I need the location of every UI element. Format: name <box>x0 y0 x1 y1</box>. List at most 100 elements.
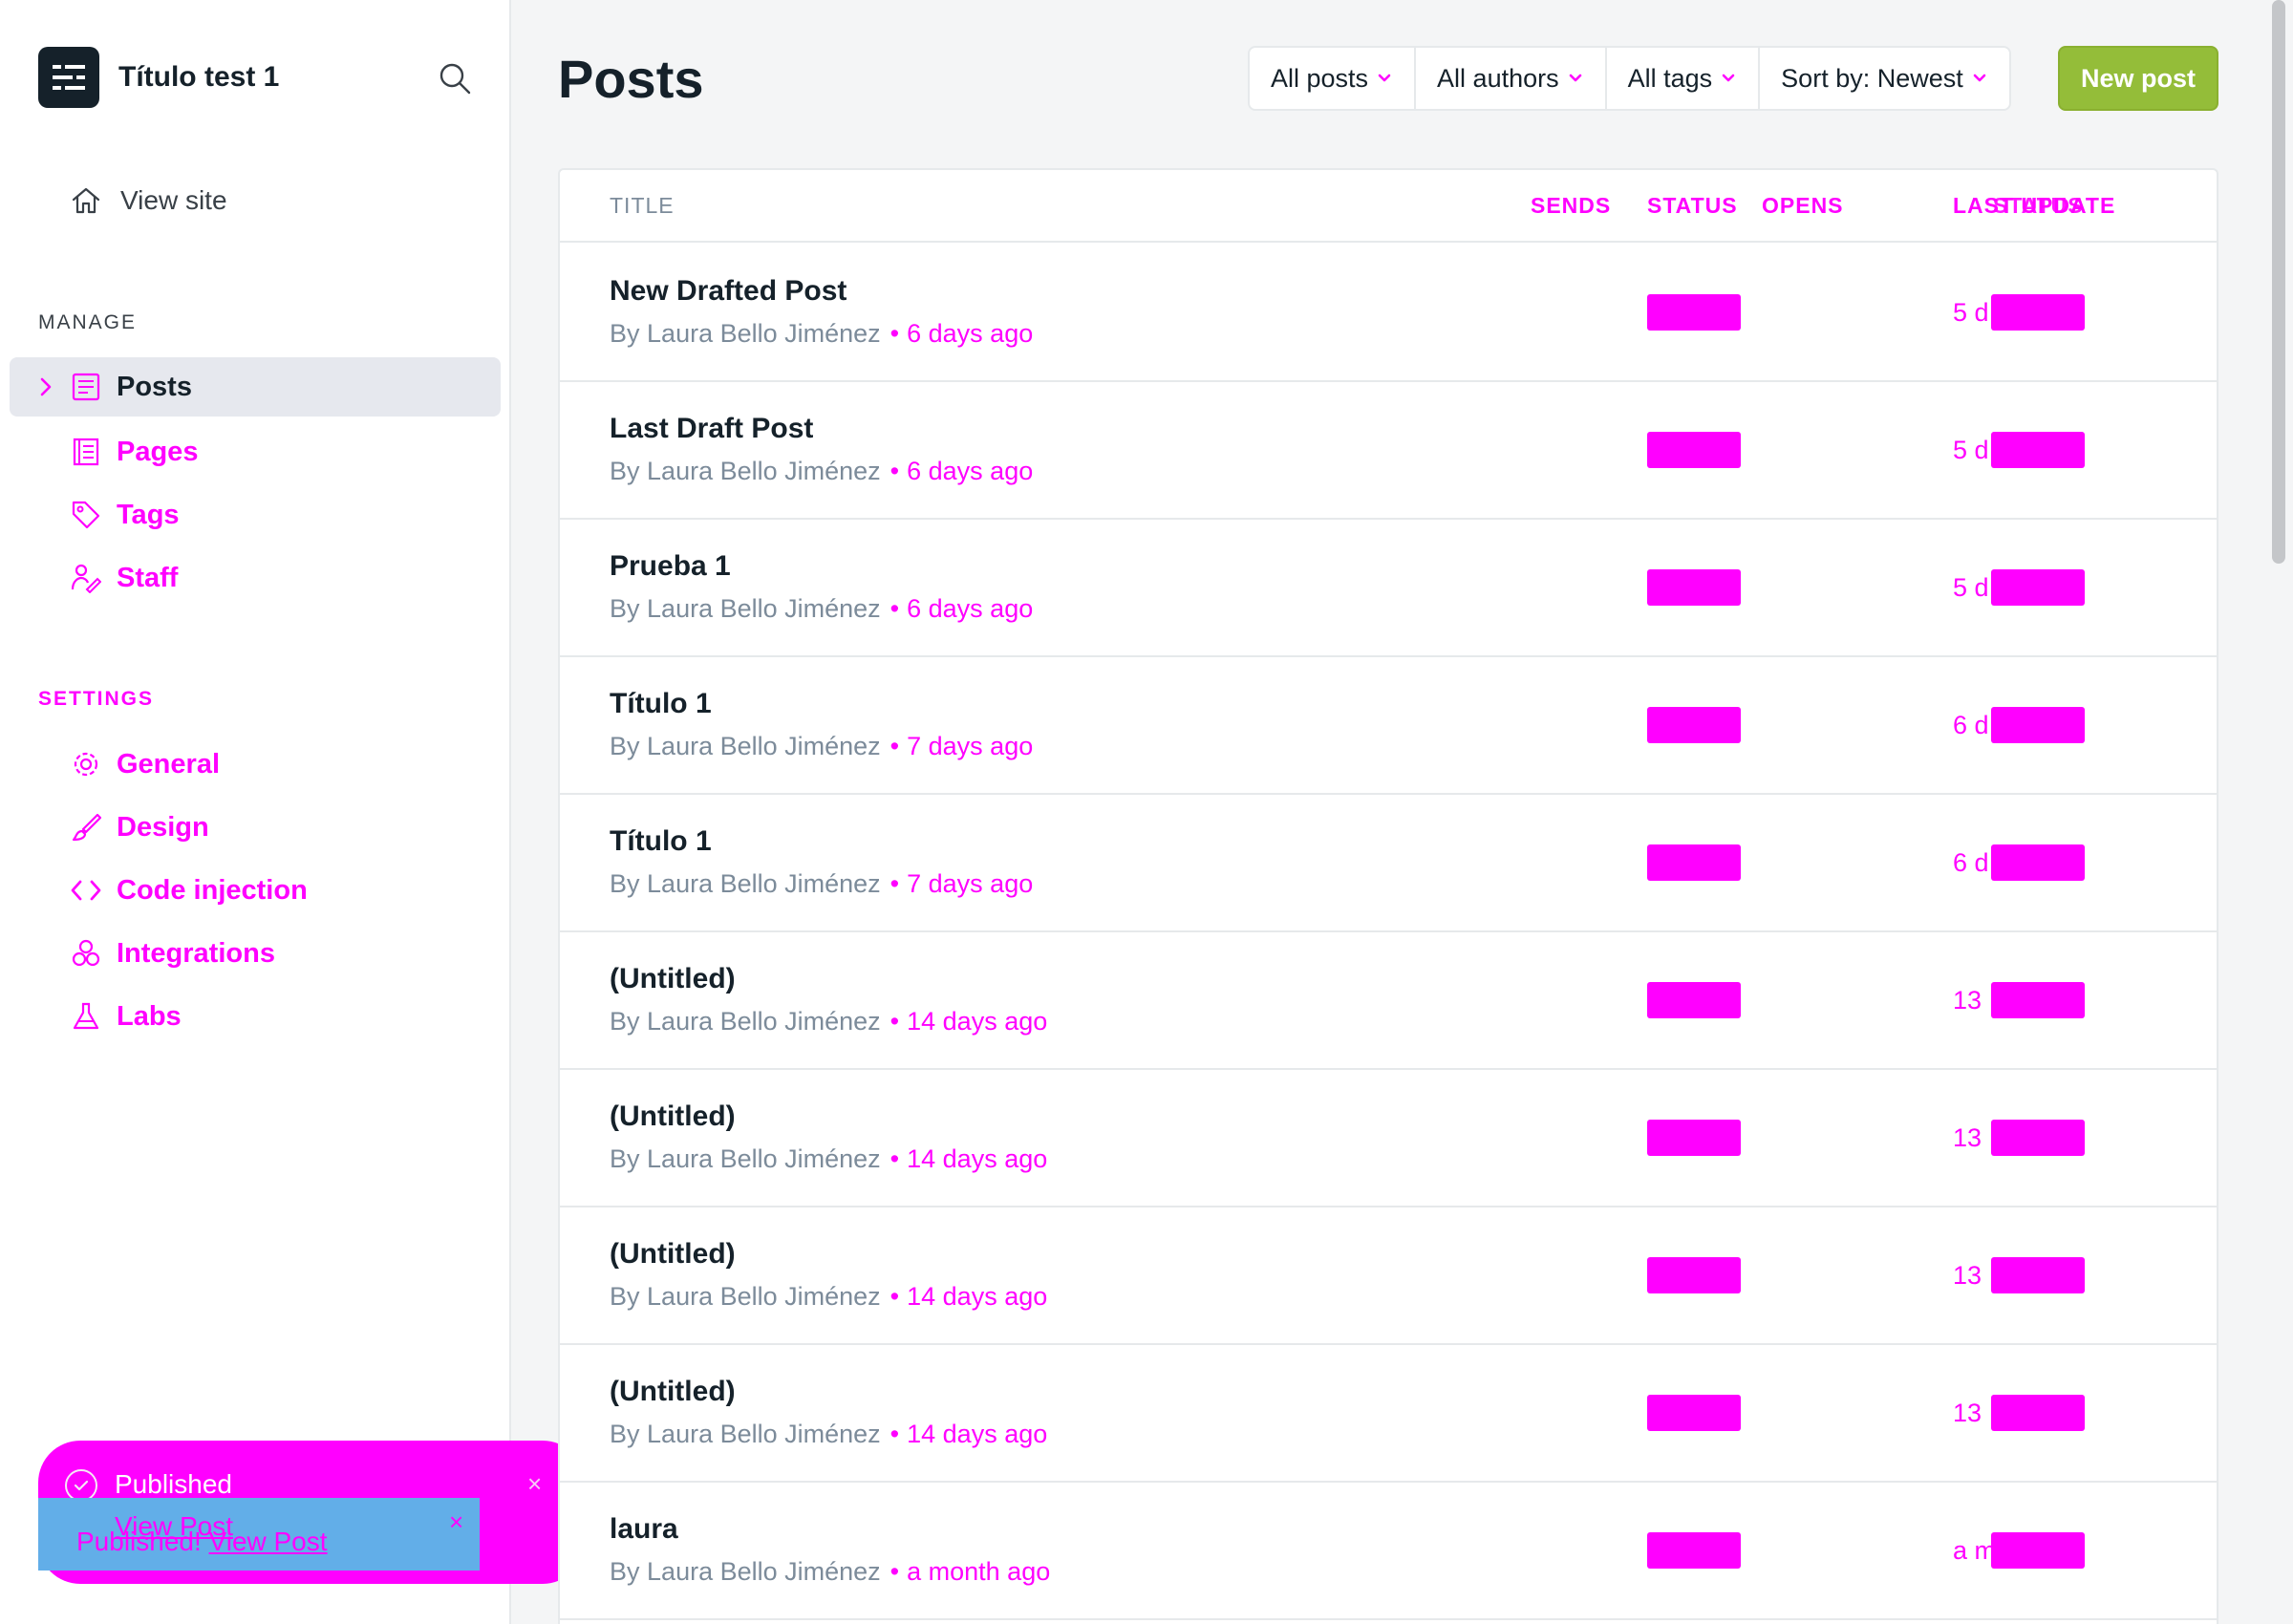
integrations-icon <box>69 936 103 971</box>
post-title[interactable]: (Untitled) <box>610 963 736 995</box>
column-title: TITLE <box>610 193 675 218</box>
post-meta: By Laura Bello Jiménez • 14 days ago <box>610 1420 1047 1449</box>
post-title[interactable]: Last Draft Post <box>610 413 813 445</box>
toast-view-post-link[interactable]: View Post <box>209 1527 328 1556</box>
post-author: Laura Bello Jiménez <box>647 732 881 760</box>
table-row[interactable]: Título 1 By Laura Bello Jiménez • 7 days ag… <box>560 657 2217 795</box>
site-logo-icon <box>38 47 99 108</box>
table-row[interactable]: Prueba 1 By Laura Bello Jiménez • 6 days ag… <box>560 520 2217 657</box>
post-title[interactable]: Título 1 <box>610 825 712 858</box>
home-icon <box>69 183 103 218</box>
gear-icon <box>69 747 103 781</box>
status-badge <box>1647 982 1741 1018</box>
last-update: 13 <box>1953 1123 1982 1152</box>
last-update: a m <box>1953 1536 1997 1565</box>
post-date: 6 days ago <box>907 457 1034 485</box>
filter-authors-dropdown[interactable]: All authors <box>1416 48 1607 109</box>
tag-icon <box>69 498 103 532</box>
chevron-down-icon <box>1378 71 1393 86</box>
table-row[interactable]: (Untitled) By Laura Bello Jiménez • 14 days… <box>560 932 2217 1070</box>
post-by: By <box>610 732 640 760</box>
site-brand[interactable]: Título test 1 <box>38 47 279 108</box>
status-badge <box>1647 844 1741 881</box>
status-badge-overlap <box>1991 844 2085 881</box>
meta-separator: • <box>889 319 900 348</box>
post-title[interactable]: (Untitled) <box>610 1238 736 1271</box>
status-badge <box>1647 432 1741 468</box>
post-author: Laura Bello Jiménez <box>647 319 881 348</box>
sidebar-item-tags[interactable]: Tags <box>69 492 180 538</box>
last-update: 5 d <box>1953 573 1989 602</box>
scrollbar[interactable] <box>2272 0 2285 564</box>
filter-label: All tags <box>1627 63 1713 93</box>
post-title[interactable]: laura <box>610 1513 678 1546</box>
sidebar-item-labs[interactable]: Labs <box>69 994 182 1039</box>
sort-dropdown[interactable]: Sort by: Newest <box>1760 48 2009 109</box>
table-row[interactable]: Título 1 By Laura Bello Jiménez • 7 days ag… <box>560 795 2217 932</box>
table-row[interactable]: (Untitled) By Laura Bello Jiménez • 14 days… <box>560 1070 2217 1207</box>
post-meta: By Laura Bello Jiménez • a month ago <box>610 1557 1050 1587</box>
new-post-button[interactable]: New post <box>2058 46 2218 111</box>
table-row[interactable]: laura By Laura Bello Jiménez • a month ago a… <box>560 1483 2217 1620</box>
post-meta: By Laura Bello Jiménez • 6 days ago <box>610 594 1033 624</box>
post-title[interactable]: (Untitled) <box>610 1376 736 1408</box>
filter-tags-dropdown[interactable]: All tags <box>1607 48 1761 109</box>
sidebar-item-design[interactable]: Design <box>69 804 209 850</box>
sidebar: Título test 1 View site MANAGE Posts Pag… <box>0 0 511 1624</box>
post-meta: By Laura Bello Jiménez • 6 days ago <box>610 457 1033 486</box>
sidebar-item-label: Design <box>117 811 209 843</box>
sidebar-item-label: Pages <box>117 436 199 467</box>
table-row[interactable]: Last Draft Post By Laura Bello Jiménez • 6 … <box>560 382 2217 520</box>
post-title[interactable]: New Drafted Post <box>610 275 846 308</box>
post-meta: By Laura Bello Jiménez • 14 days ago <box>610 1144 1047 1174</box>
sidebar-item-label: Posts <box>117 371 192 402</box>
table-row[interactable]: New Drafted Post By Laura Bello Jiménez • 6… <box>560 245 2217 382</box>
sidebar-item-general[interactable]: General <box>69 741 220 787</box>
post-meta: By Laura Bello Jiménez • 7 days ago <box>610 732 1033 761</box>
sidebar-item-posts[interactable]: Posts <box>69 364 192 410</box>
code-icon <box>69 873 103 908</box>
filter-posts-dropdown[interactable]: All posts <box>1250 48 1417 109</box>
sidebar-item-label: General <box>117 748 220 780</box>
sidebar-item-pages[interactable]: Pages <box>69 429 198 475</box>
meta-separator: • <box>889 594 900 623</box>
notification-toast: View Post Published! View Post × <box>38 1498 480 1571</box>
status-badge-overlap <box>1991 1395 2085 1431</box>
post-title[interactable]: (Untitled) <box>610 1100 736 1133</box>
post-by: By <box>610 457 640 485</box>
post-title[interactable]: Título 1 <box>610 688 712 720</box>
post-title[interactable]: Prueba 1 <box>610 550 731 583</box>
post-author: Laura Bello Jiménez <box>647 1007 881 1036</box>
filter-label: All authors <box>1437 63 1559 93</box>
status-badge <box>1647 1532 1741 1569</box>
chevron-down-icon <box>1973 71 1988 86</box>
view-site-link[interactable]: View site <box>69 183 227 218</box>
pages-icon <box>69 435 103 469</box>
post-by: By <box>610 1282 640 1311</box>
flask-icon <box>69 999 103 1034</box>
post-by: By <box>610 1144 640 1173</box>
post-date: 6 days ago <box>907 594 1034 623</box>
sidebar-item-staff[interactable]: Staff <box>69 555 178 601</box>
sidebar-item-code-injection[interactable]: Code injection <box>69 867 308 913</box>
meta-separator: • <box>889 1282 900 1311</box>
post-by: By <box>610 1420 640 1448</box>
status-badge-overlap <box>1991 1257 2085 1293</box>
status-badge <box>1647 1257 1741 1293</box>
meta-separator: • <box>889 1557 900 1586</box>
close-icon[interactable]: × <box>449 1507 463 1537</box>
view-site-label: View site <box>120 185 227 215</box>
chevron-right-icon <box>36 373 55 401</box>
close-icon[interactable]: × <box>527 1469 542 1499</box>
column-sends: SENDS <box>1531 193 1612 218</box>
status-badge-overlap <box>1991 432 2085 468</box>
post-author: Laura Bello Jiménez <box>647 457 881 485</box>
posts-table: TITLE SENDS STATUS OPENS LAST UPDATE STA… <box>558 168 2218 1624</box>
search-icon[interactable] <box>436 59 474 97</box>
sidebar-item-label: Staff <box>117 562 179 593</box>
table-row[interactable]: (Untitled) By Laura Bello Jiménez • 14 days… <box>560 1207 2217 1345</box>
status-badge-overlap <box>1991 1532 2085 1569</box>
sidebar-item-integrations[interactable]: Integrations <box>69 930 275 976</box>
table-header: TITLE SENDS STATUS OPENS LAST UPDATE STA… <box>560 170 2217 243</box>
table-row[interactable]: (Untitled) By Laura Bello Jiménez • 14 days… <box>560 1345 2217 1483</box>
